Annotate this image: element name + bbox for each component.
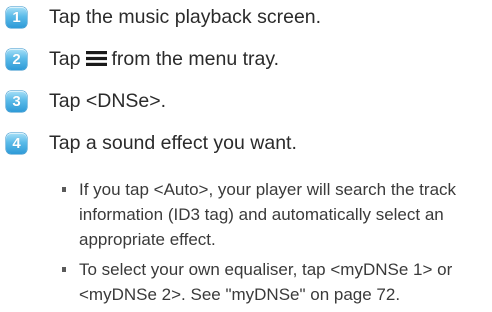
step-number-badge: 3 — [6, 90, 27, 112]
note-line: To select your own equaliser, tap <myDNS… — [79, 260, 453, 279]
step-3: 3 Tap <DNSe>. — [6, 88, 166, 114]
note-line: information (ID3 tag) and automatically … — [79, 205, 444, 224]
note-item: To select your own equaliser, tap <myDNS… — [62, 257, 492, 307]
step-1: 1 Tap the music playback screen. — [6, 4, 321, 30]
step-2: 2 Tap from the menu tray. — [6, 46, 279, 72]
step-text: Tap a sound effect you want. — [49, 132, 297, 154]
bullet-marker — [62, 267, 66, 272]
step-text: Tap <DNSe>. — [49, 90, 167, 112]
step-text: Tap from the menu tray. — [49, 46, 279, 72]
step-number-badge: 2 — [6, 48, 27, 70]
step-number-badge: 4 — [6, 132, 27, 154]
step-text-before-icon: Tap — [49, 48, 81, 70]
step-text-after-icon: from the menu tray. — [111, 48, 280, 70]
step-number-badge: 1 — [6, 6, 27, 28]
bullet-marker — [62, 187, 66, 192]
note-line: appropriate effect. — [79, 230, 216, 249]
note-line: If you tap <Auto>, your player will sear… — [79, 180, 457, 199]
step-4: 4 Tap a sound effect you want. — [6, 130, 297, 156]
menu-icon — [86, 47, 108, 66]
step-4-notes: If you tap <Auto>, your player will sear… — [62, 177, 492, 312]
note-line: <myDNSe 2>. See "myDNSe" on page 72. — [79, 285, 401, 304]
step-text: Tap the music playback screen. — [49, 6, 322, 28]
note-item: If you tap <Auto>, your player will sear… — [62, 177, 492, 252]
